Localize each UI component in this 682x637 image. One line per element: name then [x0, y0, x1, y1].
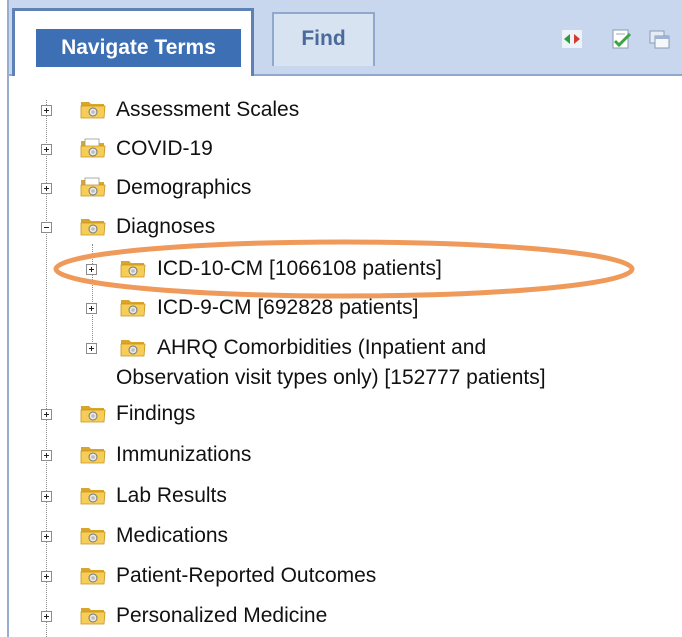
expand-toggle[interactable] [41, 611, 52, 622]
expand-toggle[interactable] [41, 105, 52, 116]
expand-toggle[interactable] [41, 144, 52, 155]
tree-item-label: Medications [116, 524, 229, 547]
folder-icon [80, 98, 106, 120]
expand-toggle[interactable] [41, 571, 52, 582]
folder-icon [80, 215, 106, 237]
tree-item-label: Assessment Scales [116, 98, 300, 121]
tree-item-label: Patient-Reported Outcomes [116, 564, 377, 587]
expand-toggle[interactable] [41, 183, 52, 194]
tree-item-demographics[interactable]: Demographics [0, 173, 680, 203]
expand-toggle[interactable] [41, 531, 52, 542]
expand-toggle[interactable] [41, 491, 52, 502]
checklist-icon[interactable] [610, 28, 632, 50]
tree-item-medications[interactable]: Medications [0, 521, 680, 551]
folder-icon [80, 402, 106, 424]
expand-toggle[interactable] [86, 343, 97, 354]
tree-item-label: Lab Results [116, 484, 227, 507]
copy-window-icon[interactable] [648, 28, 670, 50]
tree-item-assessment-scales[interactable]: Assessment Scales [0, 95, 680, 125]
tree-item-label-continued: Observation visit types only) [152777 pa… [116, 366, 546, 389]
folder-icon [80, 604, 106, 626]
collapse-toggle[interactable] [41, 222, 52, 233]
expand-toggle[interactable] [41, 450, 52, 461]
tree-item-label: COVID-19 [116, 137, 213, 160]
folder-icon [80, 564, 106, 586]
folder-icon [80, 443, 106, 465]
tree-item-findings[interactable]: Findings [0, 399, 680, 429]
tree-item-immunizations[interactable]: Immunizations [0, 440, 680, 470]
folder-icon [80, 484, 106, 506]
tree-item-lab-results[interactable]: Lab Results [0, 481, 680, 511]
tree-item-ahrq-comorbidities[interactable]: AHRQ Comorbidities (Inpatient and Observ… [0, 333, 680, 393]
highlight-ellipse [53, 239, 635, 299]
tab-navigate-terms[interactable]: Navigate Terms [12, 8, 254, 76]
tree-item-personalized-medicine[interactable]: Personalized Medicine [0, 601, 680, 631]
swap-arrows-icon[interactable] [561, 28, 583, 50]
tree-item-patient-reported-outcomes[interactable]: Patient-Reported Outcomes [0, 561, 680, 591]
tree-item-label: Findings [116, 402, 196, 425]
tree-item-label: Demographics [116, 176, 252, 199]
folder-icon [80, 176, 106, 198]
folder-icon [80, 524, 106, 546]
expand-toggle[interactable] [86, 303, 97, 314]
tab-navigate-terms-label: Navigate Terms [36, 29, 241, 67]
tab-find[interactable]: Find [272, 12, 375, 66]
tree-item-label: AHRQ Comorbidities (Inpatient and [157, 336, 487, 359]
tree-item-covid-19[interactable]: COVID-19 [0, 134, 680, 164]
expand-toggle[interactable] [41, 409, 52, 420]
tree-item-label: Immunizations [116, 443, 252, 466]
tree-item-label: Diagnoses [116, 215, 216, 238]
folder-icon [120, 336, 146, 358]
tree-item-label: Personalized Medicine [116, 604, 328, 627]
folder-icon [80, 137, 106, 159]
